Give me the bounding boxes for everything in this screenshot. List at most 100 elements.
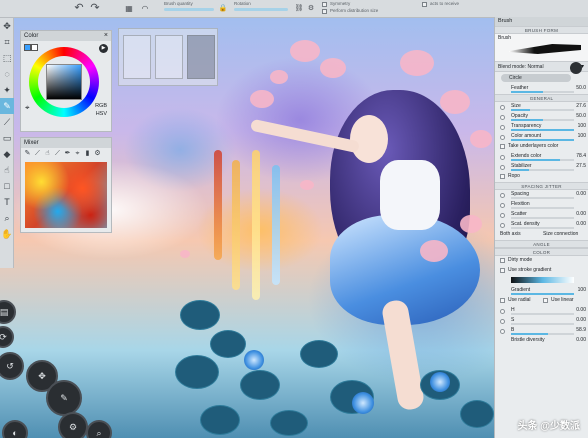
settings-icon[interactable]: ⚙	[58, 412, 88, 438]
zoom-icon[interactable]: ⌕	[0, 210, 14, 226]
spacing-slider-track[interactable]	[511, 227, 574, 229]
mixer-brush-icon[interactable]: ✎	[23, 149, 32, 158]
mode-hsv[interactable]: HSV	[96, 111, 107, 117]
general-row[interactable]: Stabilizer 27.5	[495, 162, 588, 172]
redo-icon[interactable]: ↷	[88, 2, 102, 15]
receive-checkbox[interactable]	[422, 2, 427, 7]
pressure-toggle-icon[interactable]	[500, 105, 505, 110]
rotation-slider[interactable]	[234, 8, 288, 11]
brush-tile[interactable]	[123, 35, 151, 79]
spacing-row[interactable]: Spacing 0.00	[495, 190, 588, 200]
fill-icon[interactable]: ◆	[0, 146, 14, 162]
feather-row[interactable]: Feather 50.0	[495, 84, 588, 94]
eyedropper-icon[interactable]: ⟋	[0, 114, 14, 130]
use-radial-checkbox[interactable]	[500, 298, 505, 303]
smudge-icon[interactable]: ☝	[0, 162, 14, 178]
general-slider-track[interactable]	[511, 119, 574, 121]
foreground-swatch[interactable]	[24, 44, 31, 51]
mixer-settings-icon[interactable]: ⚙	[93, 149, 102, 158]
gradient-slider[interactable]	[511, 293, 574, 295]
spacing-slider-track[interactable]	[511, 217, 574, 219]
pressure-toggle-icon[interactable]	[500, 223, 505, 228]
general-row[interactable]: Size 27.6	[495, 102, 588, 112]
pressure-toggle-icon[interactable]	[500, 329, 505, 334]
radial-linear-row[interactable]: Use radial Use linear	[495, 296, 588, 306]
general-slider-track[interactable]	[511, 109, 574, 111]
undo-icon[interactable]: ↶	[72, 2, 86, 15]
take-underlayers-row[interactable]: Take underlayers color	[495, 142, 588, 152]
mixer-blend-icon[interactable]: ⟋	[33, 149, 42, 158]
mixer-smudge-icon[interactable]: ☝	[43, 149, 52, 158]
mixer-knife-icon[interactable]: ⟋	[53, 149, 62, 158]
saturation-value-square[interactable]	[46, 64, 82, 100]
brush-quantity-slider[interactable]	[164, 8, 214, 11]
feather-slider[interactable]	[511, 91, 543, 93]
settings-small-icon[interactable]: ⚙	[304, 2, 318, 15]
hsb-row[interactable]: S 0.00	[495, 316, 588, 326]
general-row[interactable]: Color amount 100	[495, 132, 588, 142]
wifi-icon[interactable]: ◠	[138, 2, 152, 15]
axis-row[interactable]: Both axis Size connection	[495, 230, 588, 240]
brush-shape-row[interactable]: Circle	[495, 62, 588, 84]
ropo-row[interactable]: Ropo	[495, 172, 588, 182]
spacing-row[interactable]: Scatter 0.00	[495, 210, 588, 220]
wand-icon[interactable]: ✦	[0, 82, 14, 98]
dirty-mode-row[interactable]: Dirty mode	[495, 256, 588, 266]
crop-icon[interactable]: ⌗	[0, 34, 14, 50]
gradient-bar[interactable]	[511, 277, 574, 283]
symmetry-checkbox[interactable]	[322, 2, 327, 7]
brush-preview[interactable]: Brush	[495, 34, 588, 62]
stroke-gradient-checkbox[interactable]	[500, 268, 505, 273]
mode-rgb[interactable]: RGB	[95, 103, 107, 109]
brush-tile[interactable]	[155, 35, 183, 79]
close-icon[interactable]: ×	[104, 32, 108, 39]
ropo-checkbox[interactable]	[500, 174, 505, 179]
grid-icon[interactable]: ▦	[122, 2, 136, 15]
dirty-mode-checkbox[interactable]	[500, 258, 505, 263]
gradient-bar-row[interactable]	[495, 276, 588, 286]
mixer-canvas[interactable]	[25, 162, 107, 228]
spacing-slider-track[interactable]	[511, 197, 574, 199]
hsb-row[interactable]: B 58.9	[495, 326, 588, 336]
text-icon[interactable]: T	[0, 194, 14, 210]
pressure-toggle-icon[interactable]	[500, 165, 505, 170]
general-slider-track[interactable]	[511, 129, 574, 131]
pressure-toggle-icon[interactable]	[500, 125, 505, 130]
brush-tile[interactable]	[187, 35, 215, 79]
use-linear-checkbox[interactable]	[543, 298, 548, 303]
spacing-row[interactable]: Scat. density 0.00	[495, 220, 588, 230]
general-slider-track[interactable]	[511, 169, 574, 171]
brush-color-dot[interactable]	[570, 62, 582, 74]
bristle-row[interactable]: Bristle diversity 0.00	[495, 336, 588, 346]
pressure-toggle-icon[interactable]	[500, 115, 505, 120]
distribution-checkbox[interactable]	[322, 9, 327, 14]
hand-icon[interactable]: ✋	[0, 226, 14, 242]
size-connection-label[interactable]: Size connection	[543, 231, 578, 237]
pressure-toggle-icon[interactable]	[500, 135, 505, 140]
color-wheel[interactable]	[29, 47, 99, 117]
mixer-pen-icon[interactable]: ✒	[63, 149, 72, 158]
hsb-slider-track[interactable]	[511, 313, 574, 315]
general-slider-track[interactable]	[511, 139, 574, 141]
lasso-icon[interactable]: ◌	[0, 66, 14, 82]
stroke-gradient-row[interactable]: Use stroke gradient	[495, 266, 588, 276]
hsb-slider-track[interactable]	[511, 333, 574, 335]
pen-icon[interactable]: ✎	[46, 380, 82, 416]
shape-icon[interactable]: □	[0, 178, 14, 194]
brush-icon[interactable]: ✎	[0, 98, 14, 114]
pressure-toggle-icon[interactable]	[500, 309, 505, 314]
pressure-toggle-icon[interactable]	[500, 213, 505, 218]
take-underlayers-checkbox[interactable]	[500, 144, 505, 149]
eyedropper-small-icon[interactable]: ⌖	[25, 103, 30, 113]
mixer-dropper-icon[interactable]: ⌖	[73, 149, 82, 158]
pressure-toggle-icon[interactable]	[500, 203, 505, 208]
pressure-toggle-icon[interactable]	[500, 155, 505, 160]
hsb-slider-track[interactable]	[511, 323, 574, 325]
spacing-row[interactable]: Flexition	[495, 200, 588, 210]
marquee-icon[interactable]: ⬚	[0, 50, 14, 66]
general-row[interactable]: Transparency 100	[495, 122, 588, 132]
general-slider-track[interactable]	[511, 159, 574, 161]
background-swatch[interactable]	[31, 44, 38, 51]
eraser-icon[interactable]: ▭	[0, 130, 14, 146]
play-icon[interactable]: ▶	[99, 44, 108, 53]
